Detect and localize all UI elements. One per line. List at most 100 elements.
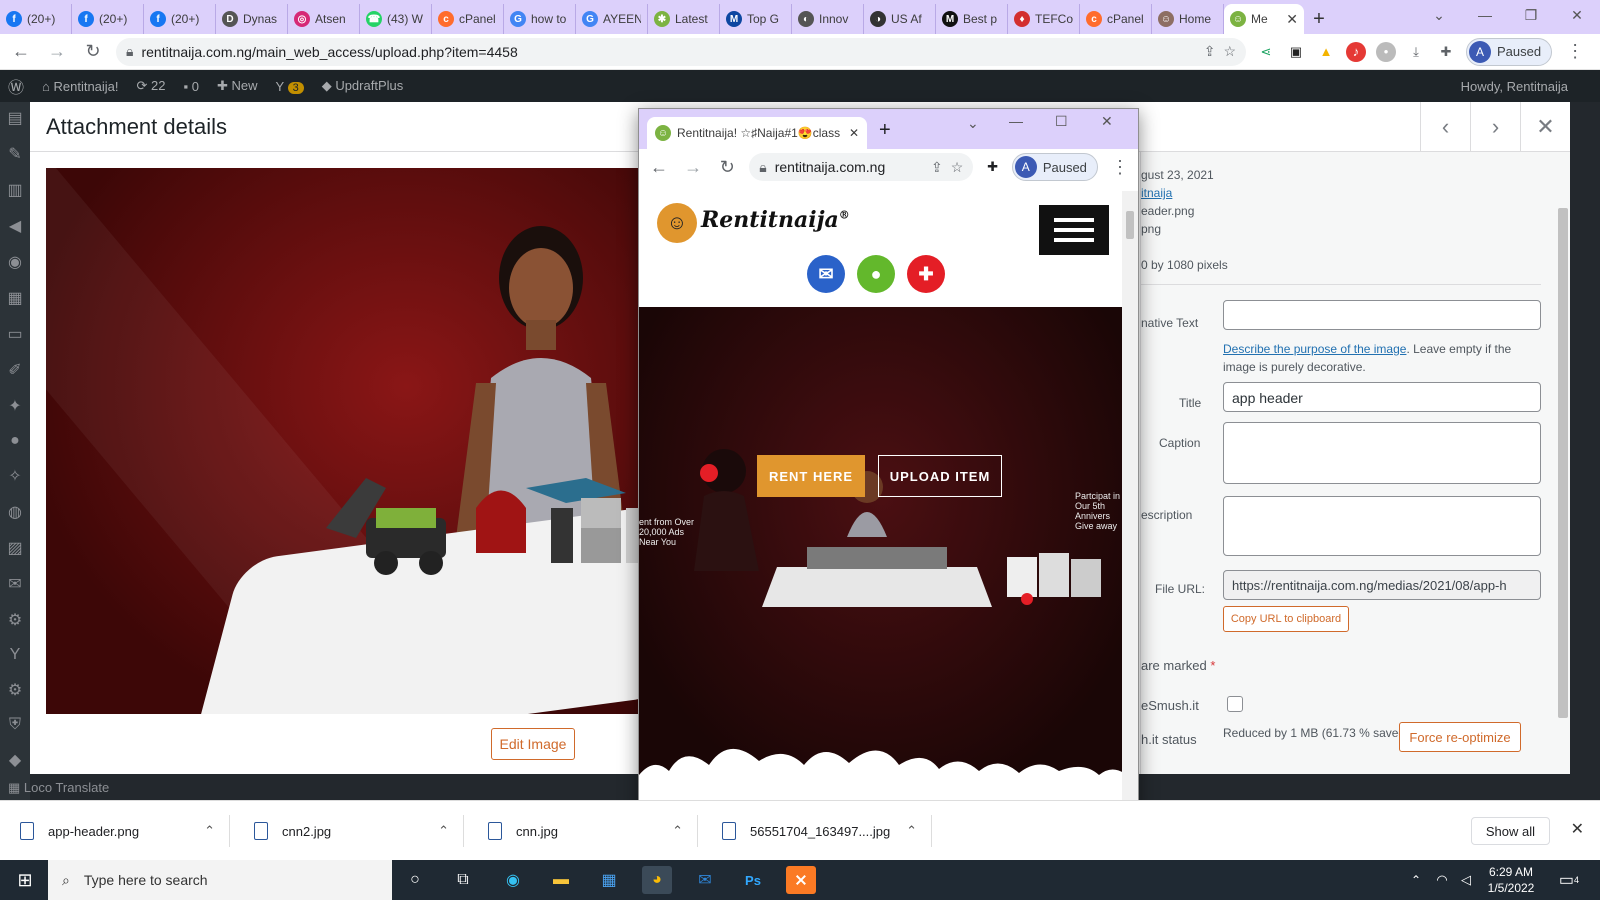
admin-bar-updates[interactable]: ⟳ 22: [137, 78, 166, 94]
browser-tab[interactable]: ♦ TEFCo: [1008, 4, 1080, 34]
tab-close-icon[interactable]: ✕: [1286, 11, 1298, 28]
chrome-menu-icon[interactable]: ⋮: [1562, 39, 1588, 65]
dashboard-icon[interactable]: ▤: [7, 108, 22, 128]
download-item[interactable]: cnn2.jpg ⌃: [234, 815, 464, 847]
popup-extensions-icon[interactable]: ✚: [983, 157, 1002, 177]
browser-tab[interactable]: ☎ (43) W: [360, 4, 432, 34]
popup-menu-icon[interactable]: ⋮: [1108, 154, 1132, 180]
browser-tab[interactable]: Ghow to: [504, 4, 576, 34]
download-options-icon[interactable]: ⌃: [438, 823, 449, 839]
download-item[interactable]: 56551704_163497....jpg ⌃: [702, 815, 932, 847]
settings-icon[interactable]: ⚙: [8, 610, 22, 630]
admin-bar-site[interactable]: ⌂ Rentitnaija!: [42, 79, 119, 94]
edge-icon[interactable]: ◉: [498, 866, 528, 894]
mail-icon[interactable]: ✉: [8, 574, 21, 594]
updraft-icon[interactable]: ◆: [9, 750, 21, 770]
user-icon[interactable]: ●: [857, 255, 895, 293]
download-options-icon[interactable]: ⌃: [906, 823, 917, 839]
profile-button[interactable]: A Paused: [1466, 37, 1553, 66]
posts-icon[interactable]: ✎: [8, 144, 21, 164]
alt-help-link[interactable]: Describe the purpose of the image: [1223, 342, 1406, 356]
taskbar-search[interactable]: ⌕ Type here to search: [48, 860, 392, 900]
popup-back-button[interactable]: ←: [647, 154, 671, 180]
grey-extension-icon[interactable]: •: [1376, 41, 1396, 62]
task-view-icon[interactable]: ⧉: [448, 866, 478, 894]
browser-tab[interactable]: G AYEEN: [576, 4, 648, 34]
cube-extension-icon[interactable]: ▣: [1286, 42, 1306, 62]
mail-icon[interactable]: ✉: [807, 255, 845, 293]
minimize-button[interactable]: —: [1462, 0, 1508, 30]
xampp-icon[interactable]: ⨯: [786, 866, 816, 894]
popup-tab[interactable]: ☺ Rentitnaija! ☆♯Naija#1😍class ✕: [647, 117, 867, 149]
popup-forward-button[interactable]: →: [681, 154, 705, 180]
sidebar-item-loco-translate[interactable]: ▦ Loco Translate: [8, 780, 109, 796]
browser-tab[interactable]: ☺ Home: [1152, 4, 1224, 34]
file-url-input[interactable]: https://rentitnaija.com.ng/medias/2021/0…: [1223, 570, 1541, 600]
music-extension-icon[interactable]: ♪: [1346, 41, 1366, 62]
force-reoptimize-button[interactable]: Force re-optimize: [1399, 722, 1521, 752]
browser-tab[interactable]: D Dynas: [216, 4, 288, 34]
new-tab-button[interactable]: +: [1304, 4, 1334, 34]
alt-text-input[interactable]: [1223, 300, 1541, 330]
popup-scrollbar[interactable]: [1122, 191, 1138, 826]
rent-here-button[interactable]: RENT HERE: [757, 455, 865, 497]
reload-button[interactable]: ↻: [80, 39, 106, 65]
users-icon[interactable]: ●: [10, 432, 20, 450]
volume-icon[interactable]: ◁: [1456, 866, 1476, 894]
upload-item-button[interactable]: UPLOAD ITEM: [878, 455, 1002, 497]
show-all-downloads-button[interactable]: Show all: [1470, 817, 1550, 845]
popup-maximize-button[interactable]: ☐: [1055, 113, 1068, 130]
previous-attachment-button[interactable]: ‹: [1420, 102, 1470, 152]
browser-tab[interactable]: f (20+): [72, 4, 144, 34]
popup-close-button[interactable]: ✕: [1101, 113, 1113, 130]
browser-tab[interactable]: f (20+): [144, 4, 216, 34]
hamburger-menu-icon[interactable]: [1039, 205, 1109, 255]
plugins-icon[interactable]: ✦: [8, 396, 21, 416]
address-bar[interactable]: 🔒︎ rentitnaija.com.ng/main_web_access/up…: [116, 37, 1246, 66]
browser-tab[interactable]: c cPanel: [1080, 4, 1152, 34]
next-attachment-button[interactable]: ›: [1470, 102, 1520, 152]
mail-taskbar-icon[interactable]: ✉: [690, 866, 720, 894]
store-icon[interactable]: ▦: [594, 866, 624, 894]
taskbar-clock[interactable]: 6:29 AM 1/5/2022: [1480, 864, 1542, 896]
admin-bar-yoast[interactable]: Y 3: [276, 79, 304, 94]
restore-button[interactable]: ❐: [1508, 0, 1554, 30]
download-item[interactable]: app-header.png ⌃: [0, 815, 230, 847]
plus-icon[interactable]: ✚: [907, 255, 945, 293]
appearance-icon[interactable]: ✐: [8, 360, 21, 380]
browser-tab[interactable]: ◑ US Af: [864, 4, 936, 34]
download-icon[interactable]: ⤓: [1406, 42, 1426, 62]
cortana-icon[interactable]: ○: [400, 866, 430, 894]
copy-url-button[interactable]: Copy URL to clipboard: [1223, 606, 1349, 632]
popup-reload-button[interactable]: ↻: [715, 154, 739, 180]
drive-extension-icon[interactable]: ▲: [1316, 42, 1336, 62]
yoast-menu-icon[interactable]: Y: [10, 646, 21, 664]
popup-minimize-button[interactable]: —: [1009, 113, 1023, 129]
chrome-taskbar-icon[interactable]: ◕: [642, 866, 672, 894]
bookmark-star-icon[interactable]: ☆: [1223, 43, 1236, 60]
admin-bar-howdy[interactable]: Howdy, Rentitnaija: [1461, 79, 1568, 94]
photoshop-icon[interactable]: Ps: [738, 866, 768, 894]
uploaded-by-link[interactable]: itnaija: [1141, 186, 1172, 200]
feedback-icon[interactable]: ◍: [8, 502, 22, 522]
extensions-puzzle-icon[interactable]: ✚: [1436, 42, 1456, 62]
tools-icon[interactable]: ✧: [8, 466, 21, 486]
notification-icon[interactable]: ▭ 4: [1556, 866, 1582, 894]
tab-search-icon[interactable]: ⌄: [1416, 0, 1462, 30]
popup-new-tab-button[interactable]: +: [879, 119, 891, 142]
browser-tab[interactable]: ◎ Atsen: [288, 4, 360, 34]
title-input[interactable]: app header: [1223, 382, 1541, 412]
bookmark-star-icon[interactable]: ☆: [951, 159, 964, 176]
pages-icon[interactable]: ▦: [7, 288, 22, 308]
stats-icon[interactable]: ▥: [7, 180, 22, 200]
popup-profile-button[interactable]: A Paused: [1011, 153, 1098, 181]
share-extension-icon[interactable]: ⋖: [1256, 42, 1276, 62]
show-hidden-icons[interactable]: ⌃: [1408, 866, 1424, 894]
close-modal-button[interactable]: ✕: [1520, 102, 1570, 152]
comments-icon[interactable]: ▭: [7, 324, 22, 344]
back-button[interactable]: ←: [8, 39, 34, 65]
admin-bar-comments[interactable]: ▪ 0: [184, 79, 199, 94]
browser-tab[interactable]: ☺ Me ✕: [1224, 4, 1304, 34]
admin-bar-updraft[interactable]: ◆ UpdraftPlus: [322, 78, 404, 94]
popup-tab-close-icon[interactable]: ✕: [849, 126, 859, 140]
